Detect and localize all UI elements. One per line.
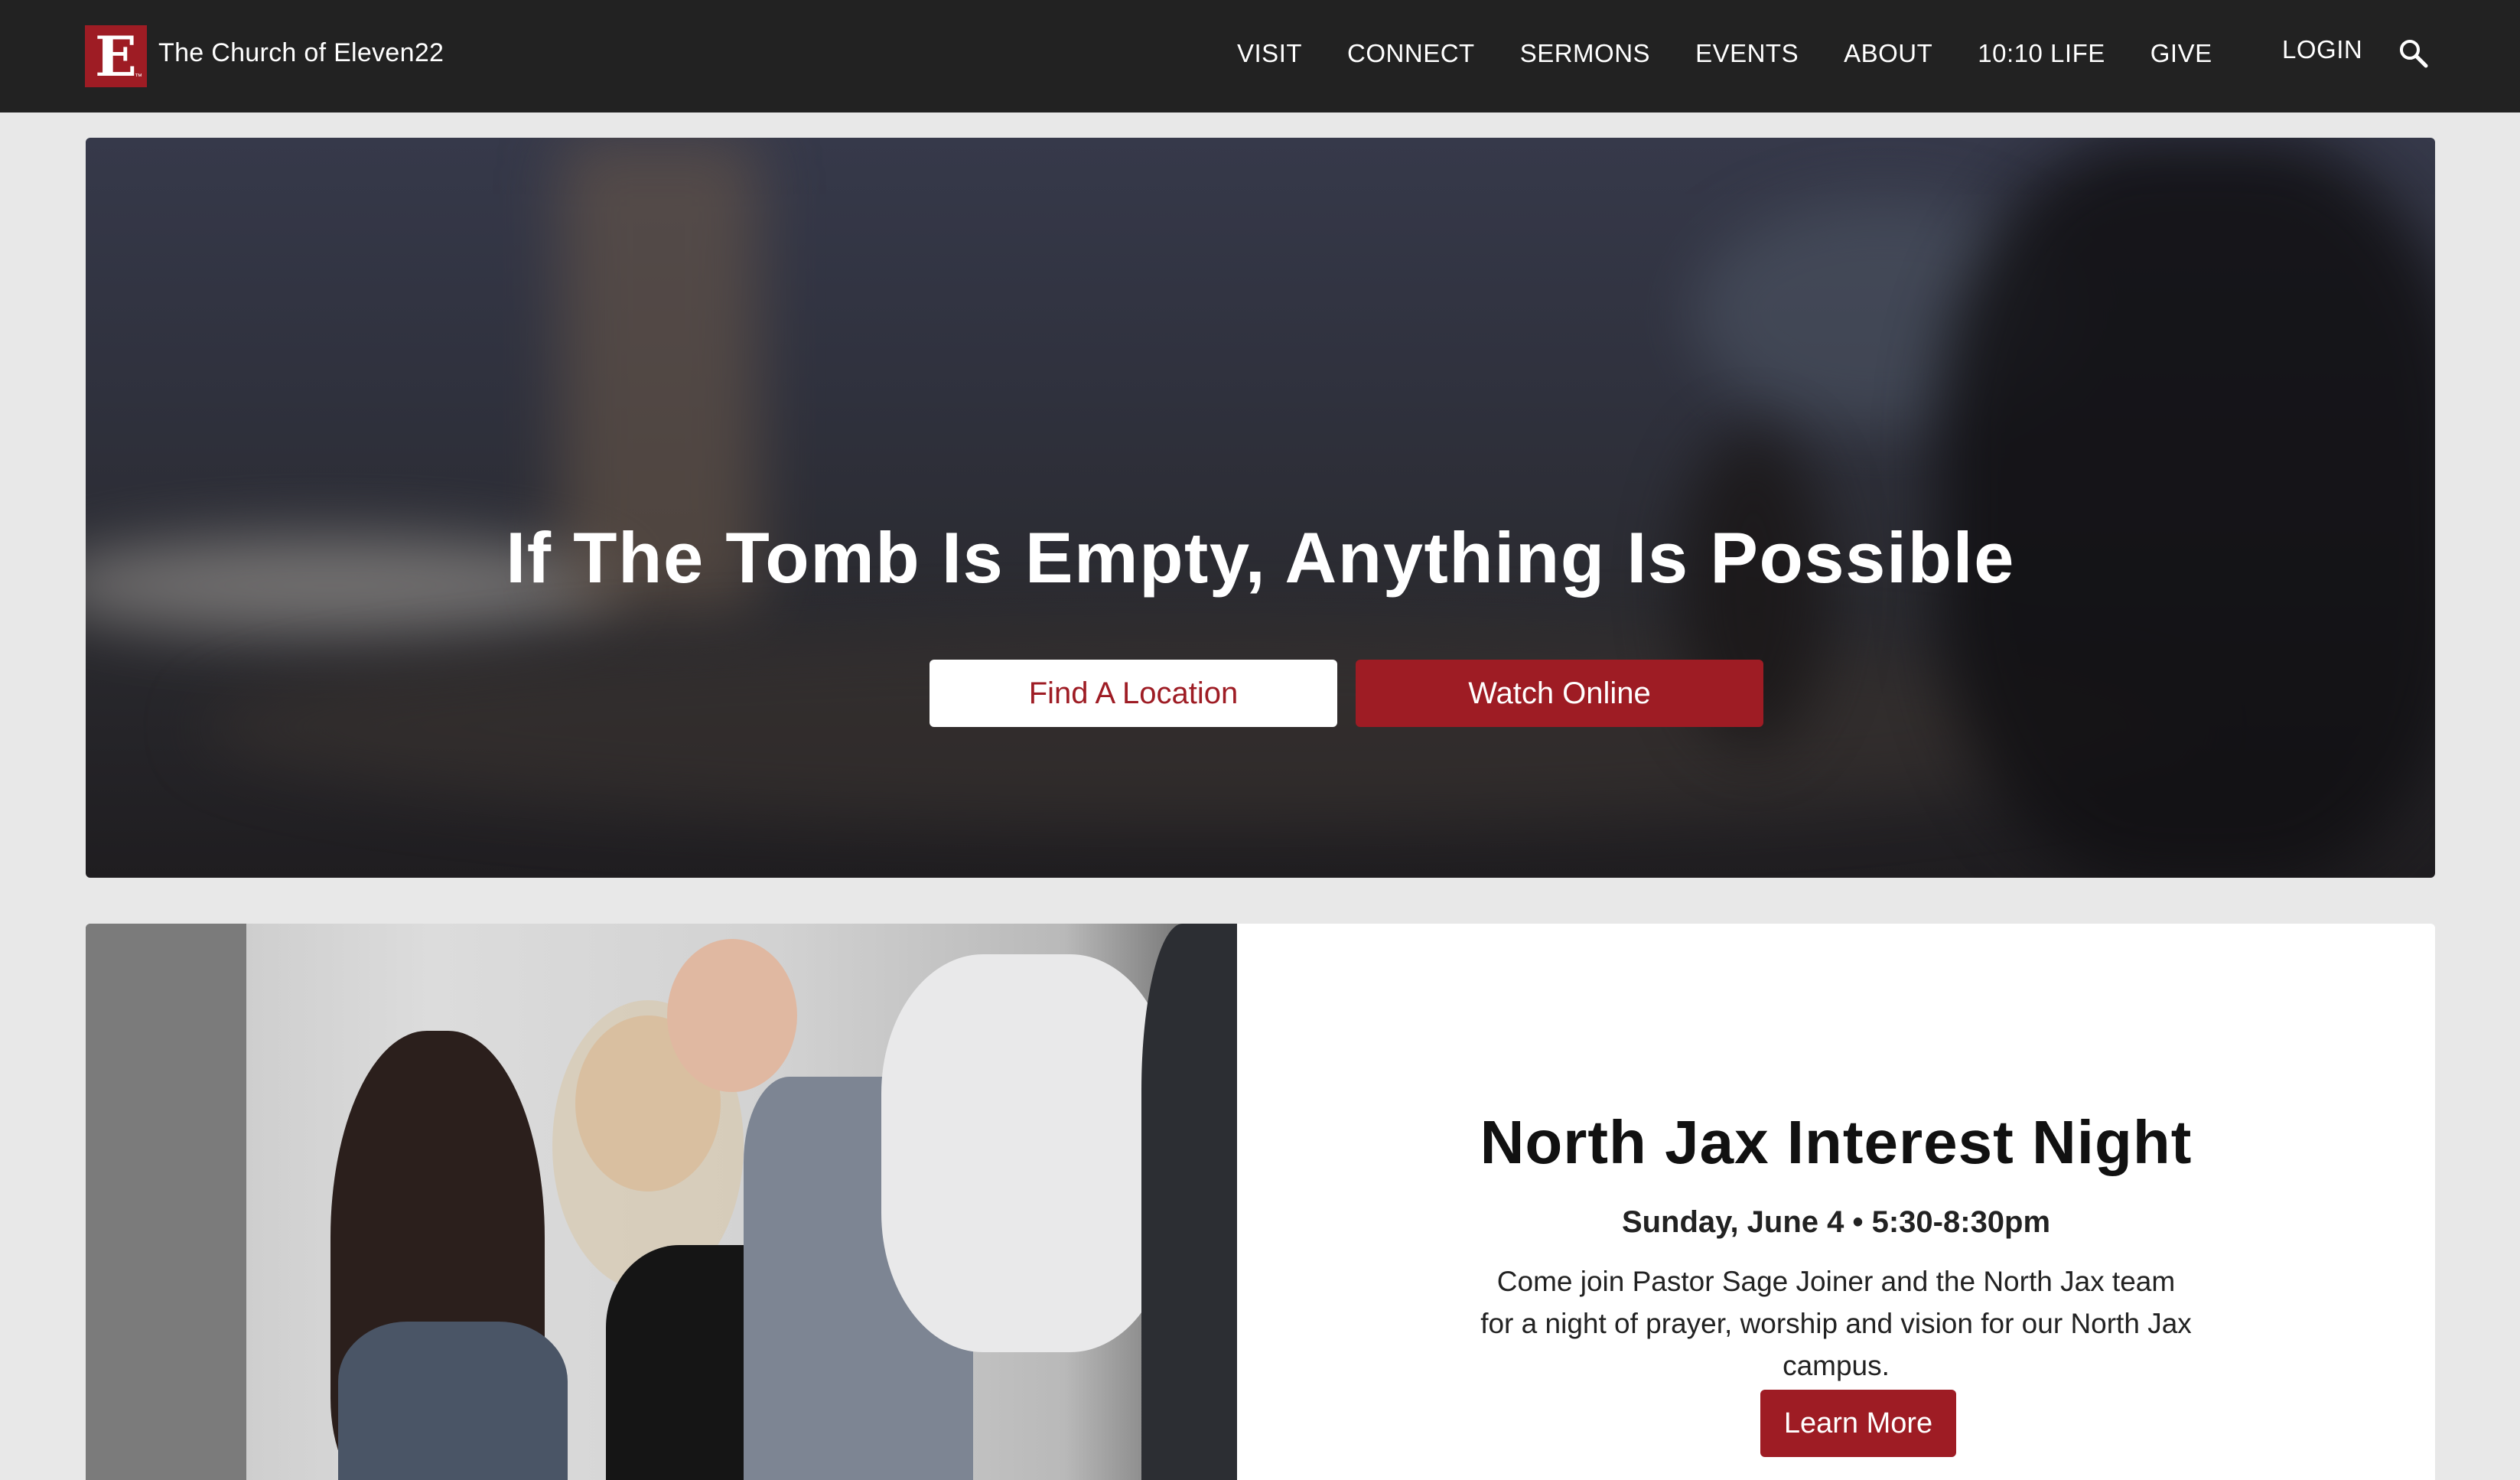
photo-wall-left (86, 924, 246, 1480)
brand-name[interactable]: The Church of Eleven22 (158, 38, 444, 68)
event-description: Come join Pastor Sage Joiner and the Nor… (1480, 1266, 2192, 1381)
photo-man-head (667, 939, 797, 1092)
find-location-button[interactable]: Find A Location (930, 660, 1337, 727)
hero-bg-person-silhouette (1937, 138, 2435, 878)
church-logo[interactable]: E ™ (85, 25, 147, 87)
hero-banner: If The Tomb Is Empty, Anything Is Possib… (86, 138, 2435, 878)
top-nav: E ™ The Church of Eleven22 VISIT CONNECT… (0, 0, 2520, 112)
photo-right-man (1141, 924, 1237, 1480)
nav-item-sermons[interactable]: SERMONS (1520, 39, 1650, 68)
event-title: North Jax Interest Night (1480, 1108, 2193, 1176)
learn-more-button[interactable]: Learn More (1760, 1390, 1956, 1457)
login-link[interactable]: LOGIN (2282, 35, 2362, 64)
photo-person-dress (338, 1322, 568, 1480)
nav-item-1010-life[interactable]: 10:10 LIFE (1978, 39, 2105, 68)
nav-item-connect[interactable]: CONNECT (1347, 39, 1475, 68)
event-card: North Jax Interest Night Sunday, June 4 … (86, 924, 2435, 1480)
search-icon[interactable] (2397, 37, 2430, 70)
logo-trademark: ™ (135, 73, 142, 81)
hero-bg-table (200, 628, 2190, 826)
nav-item-give[interactable]: GIVE (2150, 39, 2212, 68)
nav-item-events[interactable]: EVENTS (1695, 39, 1799, 68)
logo-letter: E (95, 23, 137, 89)
hero-title: If The Tomb Is Empty, Anything Is Possib… (506, 517, 2015, 598)
nav-item-about[interactable]: ABOUT (1844, 39, 1932, 68)
main-menu: VISIT CONNECT SERMONS EVENTS ABOUT 10:10… (1237, 35, 2212, 72)
event-photo (86, 924, 1237, 1480)
photo-hug-group (881, 954, 1172, 1352)
watch-online-button[interactable]: Watch Online (1356, 660, 1763, 727)
event-date: Sunday, June 4 • 5:30-8:30pm (1621, 1205, 2051, 1239)
nav-item-visit[interactable]: VISIT (1237, 39, 1302, 68)
